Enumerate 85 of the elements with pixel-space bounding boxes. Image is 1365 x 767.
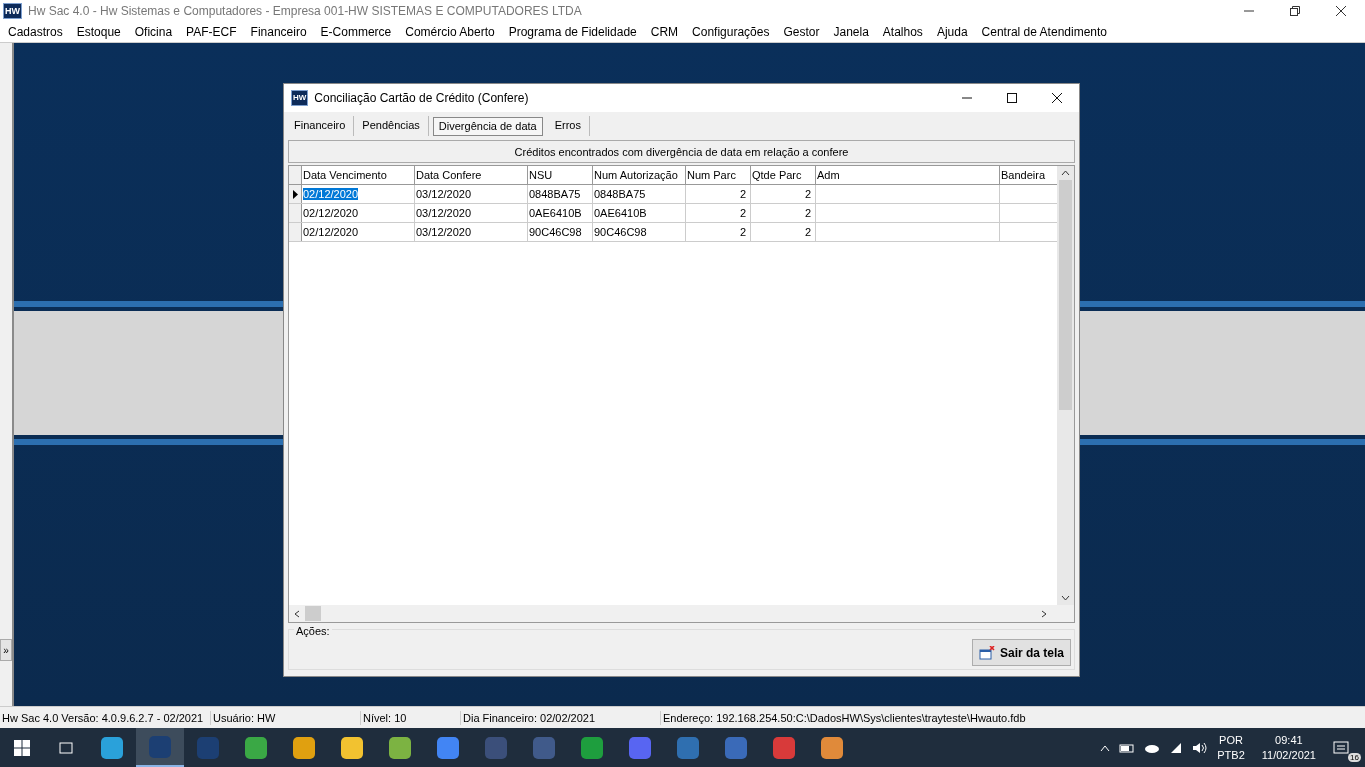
column-header[interactable]: Num Parc (686, 166, 751, 184)
scroll-left-icon[interactable] (293, 609, 301, 618)
menu-item[interactable]: Oficina (127, 25, 180, 39)
status-text: Usuário: HW (211, 710, 361, 725)
table-cell: 0848BA75 (529, 188, 581, 200)
scroll-up-icon[interactable] (1061, 170, 1070, 176)
speaker-icon[interactable] (1192, 741, 1209, 754)
row-indicator[interactable] (289, 185, 302, 203)
menu-item[interactable]: E-Commerce (313, 25, 399, 39)
grid-caption: Créditos encontrados com divergência de data em relação a confere (288, 140, 1075, 163)
table-cell: 0AE6410B (529, 207, 582, 219)
scroll-thumb[interactable] (305, 606, 321, 621)
restore-icon[interactable] (1289, 5, 1301, 17)
status-text: Endereço: 192.168.254.50:C:\DadosHW\Sys\clientes\trayteste\Hwauto.fdb (662, 710, 1027, 725)
table-cell: 2 (804, 226, 811, 238)
keyboard-layout-text[interactable]: PTB2 (1217, 747, 1245, 763)
menu-item[interactable]: Programa de Fidelidade (501, 25, 644, 39)
language-text[interactable]: POR (1219, 732, 1243, 748)
column-header[interactable]: Num Autorização (593, 166, 686, 184)
horizontal-scrollbar[interactable] (289, 605, 1074, 622)
menu-item[interactable]: Ajuda (929, 25, 975, 39)
table-cell: 90C46C98 (594, 226, 647, 238)
table-cell: 03/12/2020 (416, 207, 472, 219)
scroll-right-icon[interactable] (1040, 609, 1048, 618)
close-icon[interactable] (1051, 92, 1063, 104)
status-text: Nível: 10 (361, 710, 461, 725)
app-logo: HW (291, 90, 309, 106)
table-cell: 90C46C98 (529, 226, 582, 238)
table-cell: 2 (739, 207, 746, 219)
menu-item[interactable]: Central de Atendimento (974, 25, 1114, 39)
window-close-icon (978, 645, 995, 660)
tab[interactable]: Financeiro (286, 116, 355, 136)
close-icon[interactable] (1335, 5, 1347, 17)
status-text: Hw Sac 4.0 Versão: 4.0.9.6.2.7 - 02/2021 (0, 710, 211, 725)
clock-time[interactable]: 09:41 (1275, 732, 1303, 748)
actions-label: Ações: (294, 625, 332, 637)
dialog-title: Conciliação Cartão de Crédito (Confere) (314, 91, 529, 105)
menu-item[interactable]: Atalhos (875, 25, 930, 39)
windows-logo-icon[interactable] (14, 739, 30, 756)
tab[interactable]: Erros (546, 116, 590, 136)
tab[interactable]: Divergência de data (432, 117, 543, 136)
vertical-scrollbar[interactable] (1057, 166, 1074, 605)
clock-date[interactable]: 11/02/2021 (1261, 747, 1316, 763)
current-row-icon (292, 189, 298, 199)
task-view-icon[interactable] (58, 739, 74, 756)
scroll-thumb[interactable] (1059, 180, 1072, 410)
cloud-icon[interactable] (1144, 742, 1161, 753)
menu-item[interactable]: PAF-ECF (179, 25, 244, 39)
column-header[interactable]: NSU (528, 166, 593, 184)
table-cell: 03/12/2020 (416, 188, 472, 200)
window-title: Hw Sac 4.0 - Hw Sistemas e Computadores - Empresa 001-HW SISTEMAS E COMPUTADORES LTDA (28, 4, 582, 18)
maximize-icon[interactable] (1006, 92, 1018, 104)
table-cell: 0AE6410B (594, 207, 647, 219)
table-cell: 02/12/2020 (303, 188, 359, 200)
table-cell: 02/12/2020 (303, 226, 359, 238)
menu-item[interactable]: Estoque (69, 25, 128, 39)
app-logo: HW (3, 3, 22, 19)
menu-item[interactable]: Comércio Aberto (398, 25, 502, 39)
table-cell: 03/12/2020 (416, 226, 472, 238)
taskbar-app-icon[interactable] (136, 728, 184, 767)
table-cell: 2 (804, 188, 811, 200)
table-cell: 0848BA75 (594, 188, 646, 200)
menu-item[interactable]: Configurações (685, 25, 777, 39)
column-header[interactable]: Adm (816, 166, 1000, 184)
column-header[interactable]: Data Vencimento (302, 166, 415, 184)
table-cell: 02/12/2020 (303, 207, 359, 219)
menu-item[interactable]: Gestor (776, 25, 827, 39)
notification-count: 16 (1348, 752, 1361, 762)
menu-item[interactable]: CRM (643, 25, 686, 39)
exit-button[interactable]: Sair da tela (971, 639, 1071, 666)
table-cell: 2 (804, 207, 811, 219)
chevron-up-icon[interactable] (1100, 743, 1111, 752)
menu-item[interactable]: Cadastros (1, 25, 70, 39)
menu-item[interactable]: Financeiro (243, 25, 314, 39)
tab[interactable]: Pendências (354, 116, 429, 136)
expand-button[interactable]: » (0, 639, 12, 661)
wifi-icon[interactable] (1169, 741, 1184, 754)
battery-icon[interactable] (1119, 742, 1136, 753)
menu-item[interactable]: Janela (826, 25, 876, 39)
scroll-down-icon[interactable] (1061, 595, 1070, 601)
column-header[interactable]: Qtde Parc (751, 166, 816, 184)
table-cell: 2 (739, 226, 746, 238)
table-cell: 2 (739, 188, 746, 200)
column-header[interactable]: Data Confere (415, 166, 528, 184)
status-text: Dia Financeiro: 02/02/2021 (461, 710, 661, 725)
